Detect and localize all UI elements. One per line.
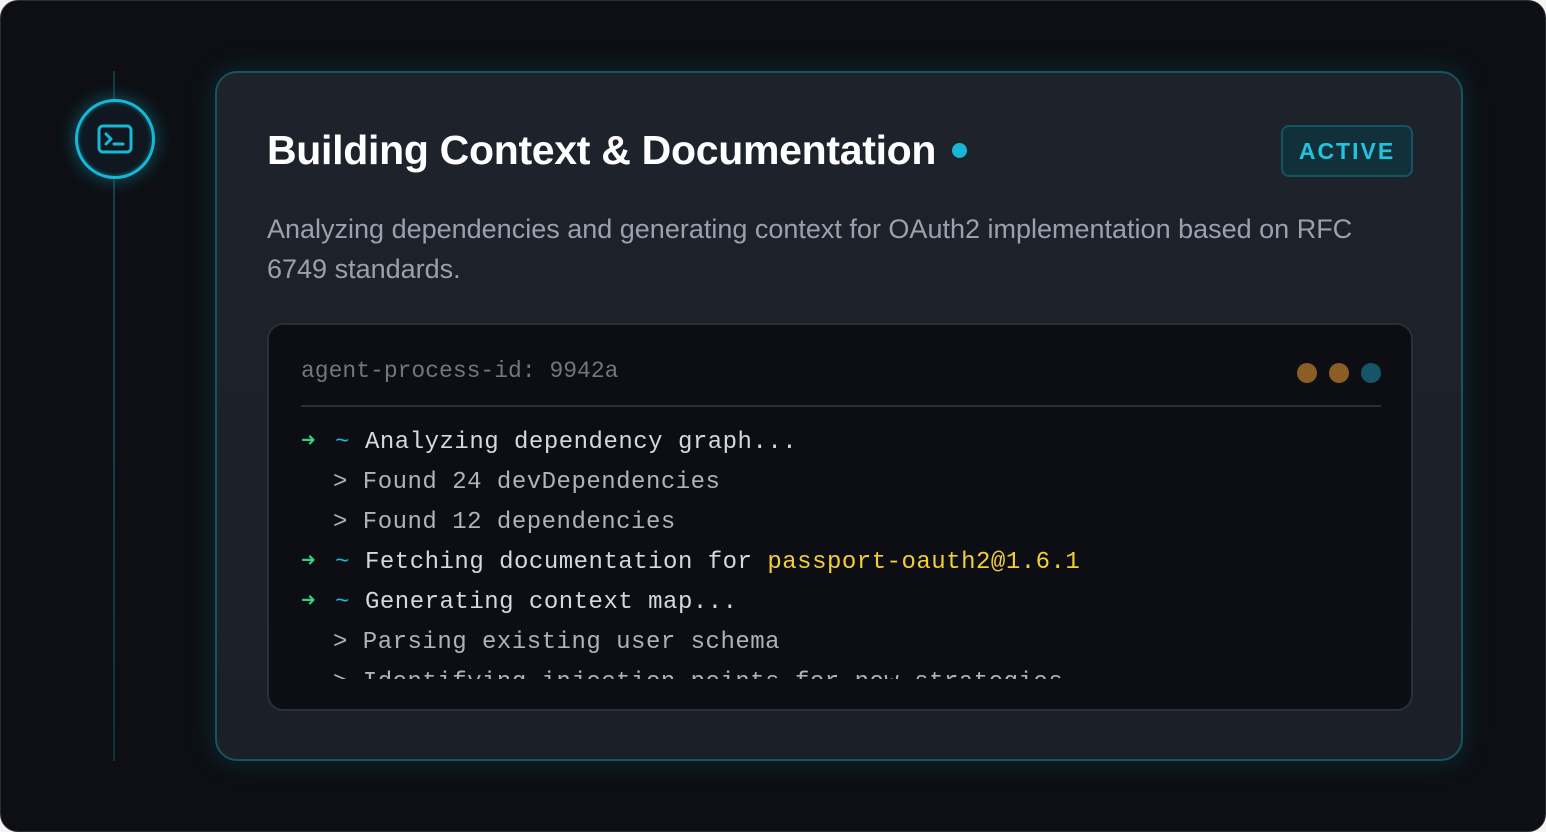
log-line: > Identifying injection points for new s… [301,663,1381,679]
step-card: Building Context & Documentation ACTIVE … [215,71,1463,761]
log-text: Analyzing dependency graph... [365,429,798,456]
log-line: ➜ ~ Analyzing dependency graph... [301,423,1381,463]
log-line: > Found 12 dependencies [301,503,1381,543]
arrow-right-icon: ➜ [301,429,316,456]
terminal-header: agent-process-id: 9942a [301,325,1381,407]
app-frame: Building Context & Documentation ACTIVE … [0,0,1546,832]
log-text: Fetching documentation for [365,549,768,576]
terminal-panel[interactable]: agent-process-id: 9942a ➜ ~ Analyzing de… [267,323,1413,711]
log-text: > Parsing existing user schema [333,629,781,656]
step-title: Building Context & Documentation [267,127,937,173]
terminal-icon [97,124,133,154]
live-status-dot [952,143,967,158]
log-text: > Identifying injection points for new s… [333,663,1063,679]
package-name: passport-oauth2@1.6.1 [767,549,1081,576]
prompt-tilde: ~ [335,589,350,616]
timeline-step-node [75,99,155,179]
status-badge: ACTIVE [1281,125,1413,177]
log-line: ➜ ~ Generating context map... [301,583,1381,623]
log-line: > Parsing existing user schema [301,623,1381,663]
terminal-log[interactable]: ➜ ~ Analyzing dependency graph... > Foun… [301,423,1381,679]
prompt-tilde: ~ [335,549,350,576]
step-description: Analyzing dependencies and generating co… [267,214,1353,284]
window-dots [1297,363,1381,383]
log-line: ➜ ~ Fetching documentation for passport-… [301,543,1381,583]
log-text: > Found 12 dependencies [333,509,676,536]
log-line: > Found 24 devDependencies [301,463,1381,503]
process-id-label: agent-process-id: 9942a [301,358,619,384]
log-text: > Found 24 devDependencies [333,469,721,496]
window-dot [1297,363,1317,383]
window-dot [1329,363,1349,383]
arrow-right-icon: ➜ [301,589,316,616]
arrow-right-icon: ➜ [301,549,316,576]
log-text: Generating context map... [365,589,738,616]
prompt-tilde: ~ [335,429,350,456]
window-dot [1361,363,1381,383]
